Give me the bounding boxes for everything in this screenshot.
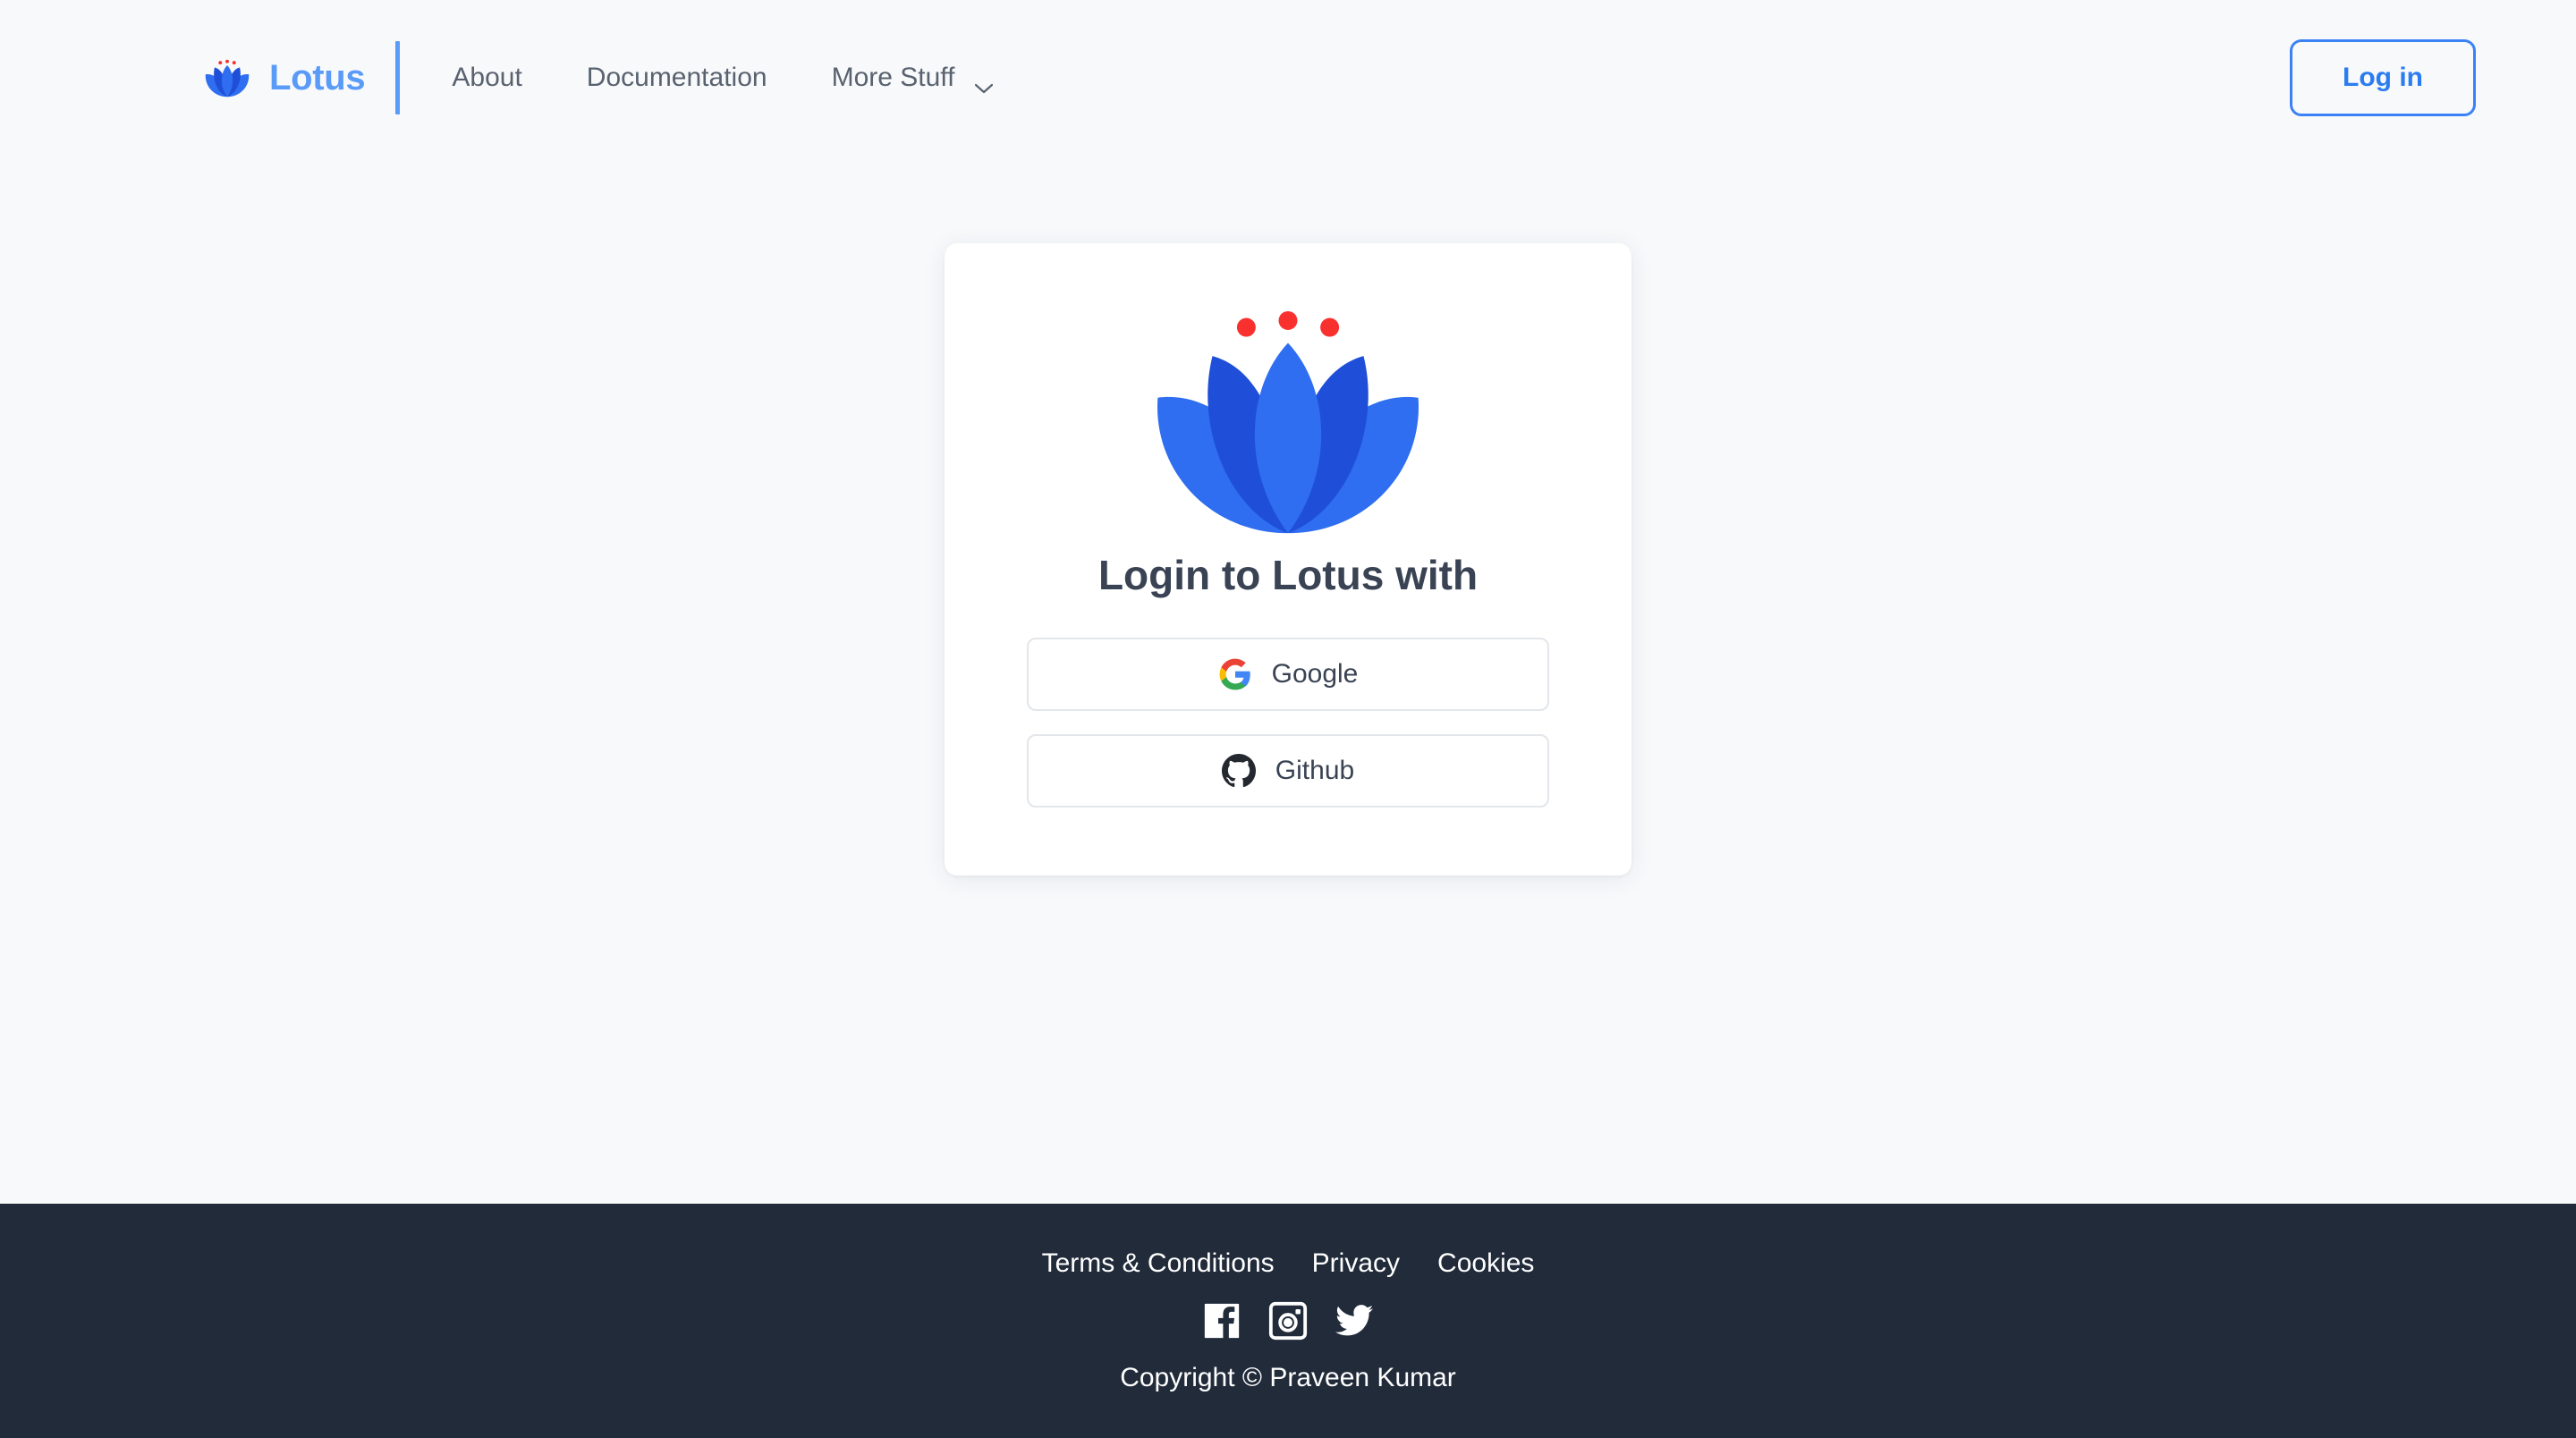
github-mark-icon [1221, 754, 1256, 788]
brand-name: Lotus [269, 58, 366, 97]
github-button-label: Github [1275, 756, 1355, 786]
lotus-flower-icon [201, 52, 253, 104]
nav-link-more-stuff[interactable]: More Stuff [800, 63, 1027, 94]
login-button[interactable]: Log in [2290, 39, 2476, 116]
nav-link-about[interactable]: About [419, 64, 554, 91]
footer-link-cookies[interactable]: Cookies [1437, 1250, 1534, 1277]
google-button-label: Google [1271, 659, 1359, 689]
nav-link-documentation-label: Documentation [586, 63, 767, 92]
page-title: Login to Lotus with [1097, 552, 1479, 598]
chevron-down-icon [974, 72, 994, 94]
instagram-icon[interactable] [1267, 1300, 1309, 1341]
footer-social-links [1201, 1300, 1375, 1341]
footer-link-privacy[interactable]: Privacy [1312, 1250, 1400, 1277]
login-with-github-button[interactable]: Github [1027, 734, 1549, 808]
google-g-icon [1218, 657, 1252, 691]
login-with-google-button[interactable]: Google [1027, 638, 1549, 712]
brand-logo-link[interactable]: Lotus [201, 52, 366, 104]
login-card: Login to Lotus with Google Github [945, 243, 1631, 876]
navbar: Lotus About Documentation More Stuff Log… [0, 0, 2576, 156]
nav-link-about-label: About [452, 63, 522, 92]
twitter-icon[interactable] [1334, 1300, 1375, 1341]
main-content: Login to Lotus with Google Github [0, 156, 2576, 1204]
footer-links: Terms & Conditions Privacy Cookies [1042, 1250, 1535, 1277]
page-root: Lotus About Documentation More Stuff Log… [0, 0, 2576, 1438]
nav-link-documentation[interactable]: Documentation [555, 64, 800, 91]
copyright-text: Copyright © Praveen Kumar [1120, 1363, 1456, 1392]
navbar-links: About Documentation More Stuff [419, 63, 1027, 94]
footer: Terms & Conditions Privacy Cookies Copyr… [0, 1204, 2576, 1438]
footer-link-terms[interactable]: Terms & Conditions [1042, 1250, 1275, 1277]
facebook-icon[interactable] [1201, 1300, 1242, 1341]
navbar-divider [395, 41, 401, 114]
lotus-flower-icon [1123, 299, 1453, 551]
nav-link-more-stuff-label: More Stuff [831, 63, 955, 92]
